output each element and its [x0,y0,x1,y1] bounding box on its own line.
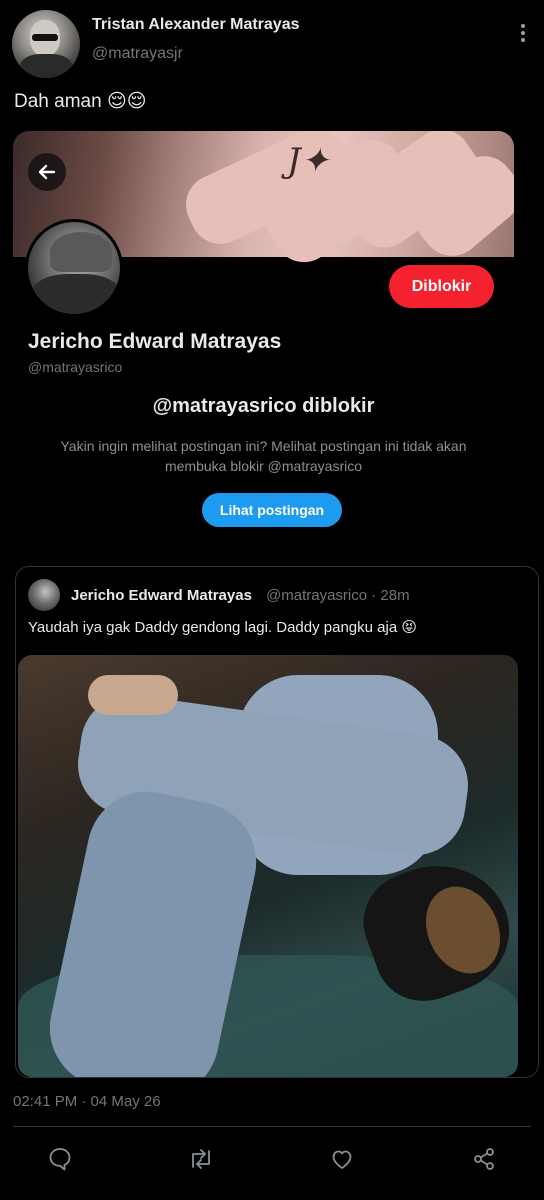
blocked-profile-card: J✦ Diblokir Jericho Edward Matrayas @mat… [13,131,514,539]
author-handle[interactable]: @matrayasjr [92,45,183,63]
reply-button[interactable] [45,1144,75,1174]
author-display-name[interactable]: Tristan Alexander Matrayas [92,16,300,34]
blocked-profile-handle: @matrayasrico [28,359,123,375]
blocked-profile-avatar[interactable] [25,219,123,317]
quoted-author-name: Jericho Edward Matrayas [71,587,252,604]
quoted-tweet-photo[interactable] [18,655,518,1077]
quoted-tweet-text: Yaudah iya gak Daddy gendong lagi. Daddy… [28,619,417,636]
retweet-button[interactable] [186,1144,216,1174]
divider [13,1126,531,1127]
more-vertical-icon[interactable] [518,24,528,44]
share-button[interactable] [469,1144,499,1174]
tattoo-mark: J✦ [287,141,330,181]
retweet-icon [192,1149,210,1169]
back-button[interactable] [28,153,66,191]
like-button[interactable] [327,1144,357,1174]
action-bar [0,1140,544,1180]
blocked-profile-name: Jericho Edward Matrayas [28,330,282,353]
quoted-tweet[interactable]: Jericho Edward Matrayas @matrayasrico · … [15,566,539,1078]
view-posts-button[interactable]: Lihat postingan [202,493,342,527]
tweet-timestamp[interactable]: 02:41 PM · 04 May 26 [13,1093,161,1110]
blocked-description: Yakin ingin melihat postingan ini? Melih… [60,438,467,474]
blocked-button[interactable]: Diblokir [389,265,494,308]
quoted-author-meta: @matrayasrico · 28m [266,587,410,604]
reply-icon [49,1148,71,1171]
blocked-title: @matrayasrico diblokir [152,395,375,417]
heart-icon [332,1150,352,1169]
tweet-text: Dah aman 😌😌 [14,91,147,112]
author-avatar[interactable] [12,10,80,78]
arrow-left-icon [38,164,56,180]
tweet-header: Tristan Alexander Matrayas @matrayasjr [12,10,532,80]
quoted-author-avatar[interactable] [28,579,60,611]
share-icon [474,1148,494,1170]
